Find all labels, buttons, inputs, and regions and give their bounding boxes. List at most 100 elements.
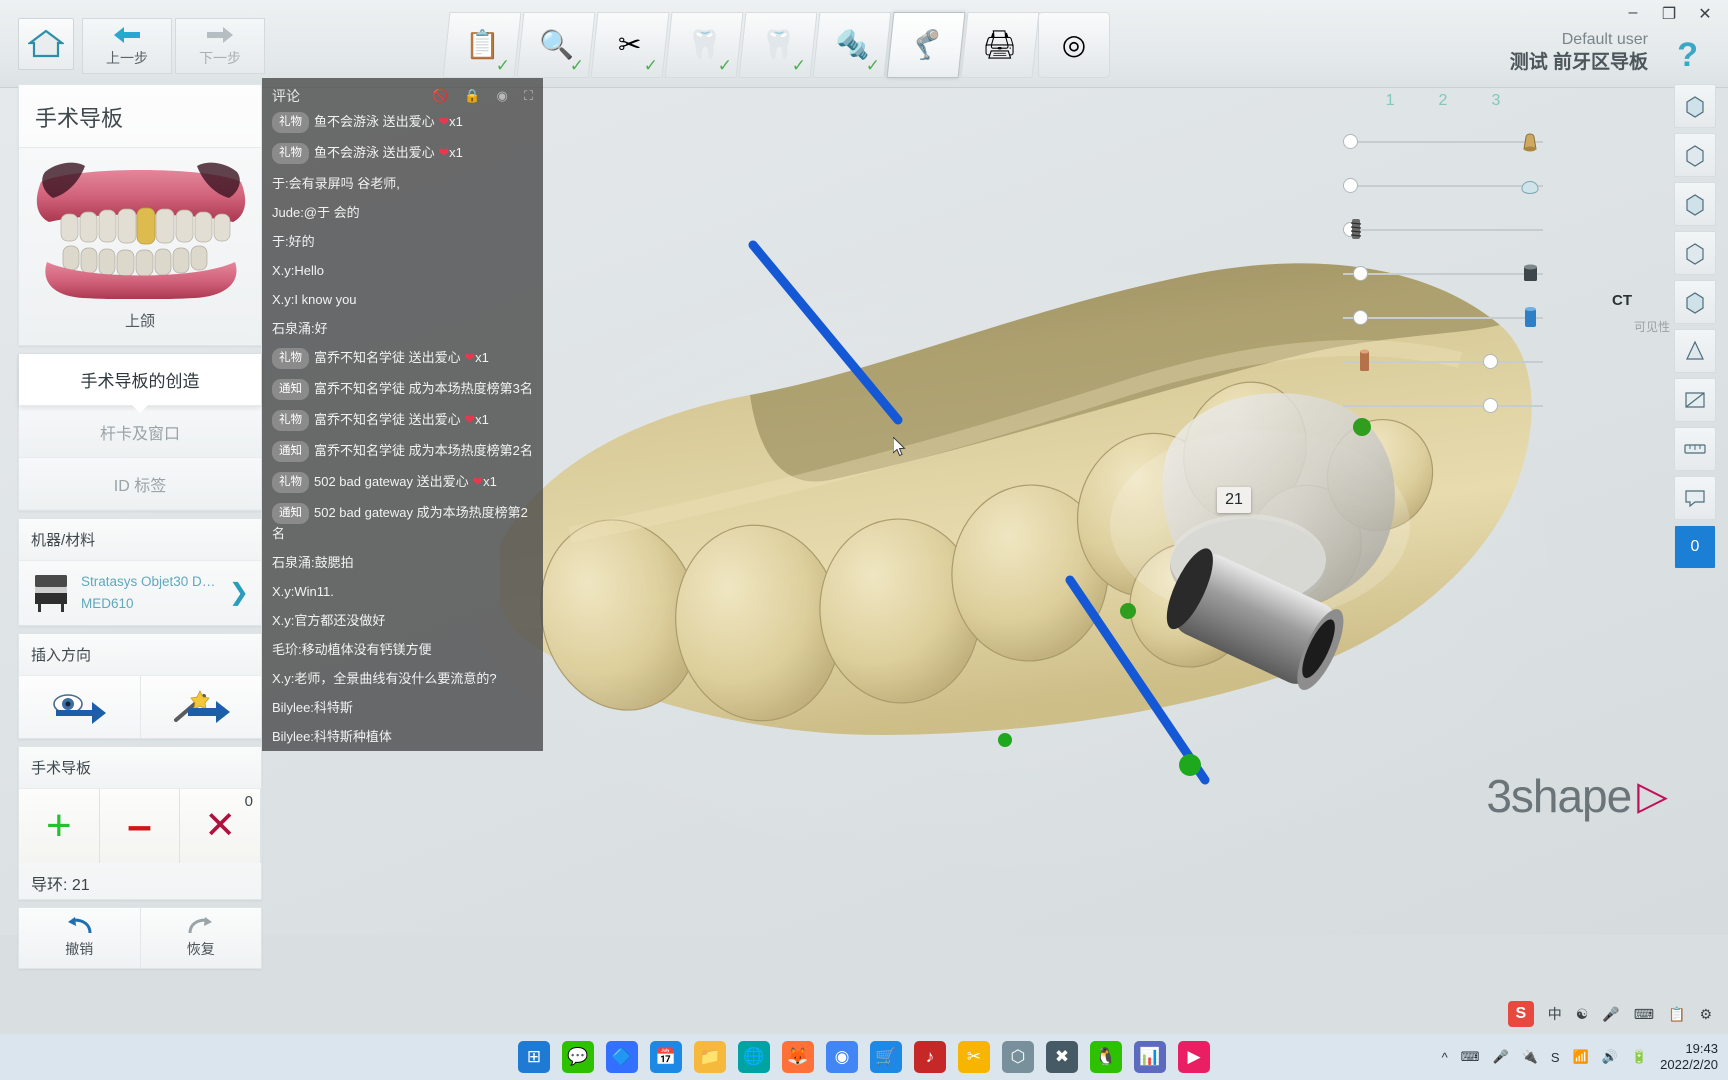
slider-handle[interactable] (1353, 266, 1368, 281)
sogou-logo-icon[interactable]: S (1507, 1001, 1534, 1027)
remove-guide-button[interactable]: – (99, 789, 181, 863)
store-app[interactable]: 🛒 (870, 1041, 902, 1073)
taskbar-clock[interactable]: 19:43 2022/2/20 (1660, 1041, 1718, 1073)
lock-icon[interactable]: 🔒 (464, 88, 480, 104)
slider-handle[interactable] (1353, 310, 1368, 325)
keyboard-icon[interactable]: ⌨ (1461, 1049, 1480, 1065)
help-button[interactable]: ? (1677, 38, 1698, 72)
chrome-app[interactable]: ◉ (826, 1041, 858, 1073)
set-insertion-from-view-button[interactable] (19, 676, 141, 738)
design-app[interactable]: ✖ (1046, 1041, 1078, 1073)
ime-settings-icon[interactable]: ⚙ (1699, 1006, 1712, 1023)
microphone-icon[interactable]: 🎤 (1493, 1049, 1509, 1065)
network-icon[interactable]: 📶 (1573, 1049, 1589, 1065)
slider-crown[interactable] (1343, 164, 1543, 208)
step-surgical-guide[interactable]: 🦿 (886, 12, 966, 78)
chart-app[interactable]: 📊 (1134, 1041, 1166, 1073)
feishu-app[interactable]: 🔷 (606, 1041, 638, 1073)
view-top-button[interactable] (1674, 280, 1716, 324)
home-button[interactable] (18, 18, 74, 70)
slider-implant[interactable] (1343, 208, 1543, 252)
usb-icon[interactable]: 🔌 (1522, 1049, 1538, 1065)
qq-app[interactable]: 🐧 (1090, 1041, 1122, 1073)
expand-icon[interactable]: ⛶ (524, 88, 533, 104)
step-implant[interactable]: 🔩 ✓ (812, 12, 892, 78)
minimize-button[interactable]: – (1624, 4, 1642, 24)
auto-insertion-direction-button[interactable] (140, 676, 261, 738)
snipaste-app[interactable]: ✂ (958, 1041, 990, 1073)
netease-app[interactable]: ♪ (914, 1041, 946, 1073)
volume-icon[interactable]: 🔊 (1602, 1049, 1618, 1065)
machine-row[interactable]: Stratasys Objet30 Dental... MED610 ❯ (19, 561, 261, 625)
browser-app[interactable]: 🌐 (738, 1041, 770, 1073)
wechat-app[interactable]: 💬 (562, 1041, 594, 1073)
undo-button[interactable]: 撤销 (19, 908, 141, 968)
tab-bar-and-window[interactable]: 杆卡及窗口 (19, 406, 261, 458)
ime-toolbox-icon[interactable]: 📋 (1668, 1006, 1685, 1023)
add-guide-button[interactable]: + (19, 789, 100, 863)
chevron-right-icon[interactable]: ❯ (229, 578, 253, 607)
scan-icon: 🔍 (538, 29, 574, 60)
slider-drill[interactable] (1343, 340, 1543, 384)
calendar-app[interactable]: 📅 (650, 1041, 682, 1073)
slider-handle[interactable] (1343, 178, 1358, 193)
slider-ct[interactable] (1343, 384, 1543, 428)
arrow-left-icon (114, 26, 140, 43)
layer-count-badge[interactable]: 0 (1674, 525, 1716, 569)
step-anatomy[interactable]: 🦷 ✓ (738, 12, 818, 78)
chat-message-tag: 礼物 (272, 472, 309, 493)
maximize-button[interactable]: ❐ (1660, 4, 1678, 24)
slider-handle[interactable] (1343, 134, 1358, 149)
3d-app[interactable]: ⬡ (1002, 1041, 1034, 1073)
layer-tab-3[interactable]: 3 (1491, 92, 1500, 110)
slider-sleeve[interactable] (1343, 252, 1543, 296)
view-right-button[interactable] (1674, 231, 1716, 275)
tab-guide-creation[interactable]: 手术导板的创造 (19, 354, 261, 413)
step-manufacture[interactable]: 🖨 (960, 12, 1040, 78)
live-chat-overlay[interactable]: 评论 🚫 🔒 ◉ ⛶ 礼物 鱼不会游泳 送出爱心 ❤x1 礼物 鱼不会游泳 送出爱心 … (262, 78, 543, 751)
tab-id-label[interactable]: ID 标签 (19, 458, 261, 510)
tooth-icon: 🦷 (686, 29, 722, 60)
ime-punctuation-icon[interactable]: ☯ (1576, 1006, 1589, 1023)
settings-icon[interactable]: ◉ (497, 88, 508, 104)
guide-cylinder-icon (1525, 307, 1536, 327)
view-back-button[interactable] (1674, 133, 1716, 177)
layer-tab-1[interactable]: 1 (1386, 92, 1395, 110)
previous-step-button[interactable]: 上一步 (82, 18, 172, 74)
explorer-app[interactable]: 📁 (694, 1041, 726, 1073)
annotation-tool-button[interactable] (1674, 476, 1716, 520)
step-order-form[interactable]: 📋 ✓ (442, 12, 522, 78)
firefox-app[interactable]: 🦊 (782, 1041, 814, 1073)
step-trim[interactable]: ✂ ✓ (590, 12, 670, 78)
ime-voice-icon[interactable]: 🎤 (1602, 1006, 1619, 1023)
slider-handle[interactable] (1483, 354, 1498, 369)
undo-redo-bar: 撤销 恢复 (18, 907, 262, 969)
close-button[interactable]: ✕ (1696, 4, 1714, 24)
slider-handle[interactable] (1483, 398, 1498, 413)
show-hidden-icons-button[interactable]: ^ (1442, 1050, 1448, 1065)
ime-language-indicator[interactable]: 中 (1548, 1004, 1562, 1024)
chat-message-list[interactable]: 礼物 鱼不会游泳 送出爱心 ❤x1 礼物 鱼不会游泳 送出爱心 ❤x1 于:会有录屏吗 … (272, 112, 533, 746)
ime-keyboard-icon[interactable]: ⌨ (1634, 1006, 1654, 1023)
measure-tool-button[interactable] (1674, 427, 1716, 471)
view-occlusal-button[interactable] (1674, 329, 1716, 373)
view-front-button[interactable] (1674, 84, 1716, 128)
slider-guide-cylinder[interactable] (1343, 296, 1543, 340)
slider-abutment[interactable] (1343, 120, 1543, 164)
user-name: Default user (1561, 31, 1648, 48)
view-left-button[interactable] (1674, 182, 1716, 226)
step-scan[interactable]: 🔍 ✓ (516, 12, 596, 78)
model-preview[interactable]: 上颌 (19, 148, 261, 345)
next-step-button[interactable]: 下一步 (175, 18, 265, 74)
step-finish[interactable]: ◎ (1038, 12, 1110, 78)
snipaste-tray-icon[interactable]: S (1551, 1050, 1560, 1065)
layer-tab-2[interactable]: 2 (1439, 92, 1448, 110)
media-player-app[interactable]: ▶ (1178, 1041, 1210, 1073)
section-view-button[interactable] (1674, 378, 1716, 422)
start-button[interactable]: ⊞ (518, 1041, 550, 1073)
step-tooth-design[interactable]: 🦷 ✓ (664, 12, 744, 78)
battery-icon[interactable]: 🔋 (1631, 1049, 1647, 1065)
section-icon (1685, 392, 1705, 408)
no-comment-icon[interactable]: 🚫 (432, 88, 448, 104)
redo-button[interactable]: 恢复 (140, 908, 261, 968)
